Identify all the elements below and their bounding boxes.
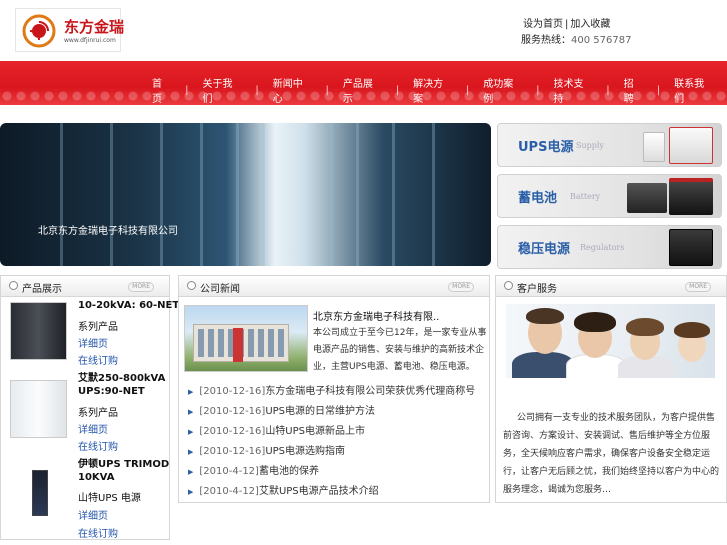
company-intro-text: 本公司成立于至今已12年，是一家专业从事电源产品的销售、安装与维护的高新技术企业… [313, 328, 487, 372]
product-image-trimod[interactable] [32, 470, 48, 516]
circle-bullet-icon [9, 281, 18, 290]
product-image-60net[interactable] [10, 302, 67, 360]
products-panel-title: 产品展示 [22, 284, 62, 295]
banner-caption: 北京东方金瑞电子科技有限公司 [38, 226, 178, 237]
nav-item-products[interactable]: 产品展示 [329, 75, 396, 105]
tile-regulator-subtitle: Regulators [580, 243, 625, 252]
hotline-label: 服务热线： [521, 35, 571, 46]
logo-url: www.dfjinrui.com [64, 37, 116, 44]
nav-item-support[interactable]: 技术支持 [539, 75, 606, 105]
product-3-detail-link[interactable]: 详细页 [78, 507, 108, 522]
main-nav: 首页 | 关于我们 | 新闻中心 | 产品展示 | 解决方案 | 成功案例 | 技术支持 | … [0, 61, 727, 105]
nav-item-jobs[interactable]: 招聘 [610, 75, 657, 105]
news-item[interactable]: ▶ [2010-12-16]山特UPS电源新品上市 [188, 422, 365, 437]
ups-cabinet-icon [643, 132, 665, 162]
service-panel-header: 客户服务 MORE [496, 276, 726, 297]
news-item[interactable]: ▶ [2010-4-12]艾默UPS电源产品技术介绍 [188, 482, 379, 497]
news-item[interactable]: ▶ [2010-12-16]UPS电源选购指南 [188, 442, 345, 457]
service-panel-title: 客户服务 [517, 284, 557, 295]
news-panel-title: 公司新闻 [200, 284, 240, 295]
hotline-number: 400 576787 [571, 35, 632, 46]
nav-item-cases[interactable]: 成功案例 [469, 75, 536, 105]
tile-ups[interactable]: UPS电源 Supply [497, 123, 722, 167]
news-item[interactable]: ▶ [2010-12-16]东方金瑞电子科技有限公司荣获优秀代理商称号 [188, 382, 475, 397]
regulator-icon [669, 229, 713, 266]
customer-service-image [506, 304, 715, 378]
product-3-name-line3: 山特UPS 电源 [78, 493, 141, 504]
news-item[interactable]: ▶ [2010-12-16]UPS电源的日常维护方法 [188, 402, 375, 417]
news-more-button[interactable]: MORE [448, 282, 474, 292]
service-more-button[interactable]: MORE [685, 282, 711, 292]
products-more-button[interactable]: MORE [128, 282, 154, 292]
product-1-order-link[interactable]: 在线订购 [78, 352, 118, 367]
nav-item-solutions[interactable]: 解决方案 [399, 75, 466, 105]
nav-item-about[interactable]: 关于我们 [189, 75, 256, 105]
company-building-image[interactable] [184, 305, 308, 372]
news-item[interactable]: ▶ [2010-4-12]蓄电池的保养 [188, 462, 319, 477]
product-image-90net[interactable] [10, 380, 67, 438]
service-description: 公司拥有一支专业的技术服务团队，为客户提供售前咨询、方案设计、安装调试、售后维护… [503, 413, 720, 495]
arrow-bullet-icon: ▶ [188, 448, 194, 456]
product-2-name-line2[interactable]: UPS:90-NET [78, 386, 145, 397]
arrow-bullet-icon: ▶ [188, 468, 194, 476]
circle-bullet-icon [187, 281, 196, 290]
nav-item-news[interactable]: 新闻中心 [259, 75, 326, 105]
news-panel-header: 公司新闻 MORE [179, 276, 489, 297]
circle-bullet-icon [504, 281, 513, 290]
product-1-detail-link[interactable]: 详细页 [78, 335, 108, 350]
product-2-name-line3: 系列产品 [78, 408, 118, 419]
battery-pack-icon [669, 178, 713, 215]
tile-ups-title: UPS电源 [518, 140, 574, 155]
arrow-bullet-icon: ▶ [188, 388, 194, 396]
ups-unit-icon [669, 127, 713, 164]
product-2-order-link[interactable]: 在线订购 [78, 438, 118, 453]
arrow-bullet-icon: ▶ [188, 408, 194, 416]
tile-battery[interactable]: 蓄电池 Battery [497, 174, 722, 218]
top-links: 设为首页 | 加入收藏 [523, 19, 611, 30]
nav-item-home[interactable]: 首页 [138, 75, 185, 105]
arrow-bullet-icon: ▶ [188, 428, 194, 436]
product-1-name-line2: 系列产品 [78, 322, 118, 333]
company-intro-title[interactable]: 北京东方金瑞电子科技有限.. [313, 308, 439, 323]
product-2-name-line1[interactable]: 艾默250-800kVA [78, 369, 165, 384]
logo-text: 东方金瑞 [64, 18, 125, 36]
product-2-detail-link[interactable]: 详细页 [78, 421, 108, 436]
hotline: 服务热线：400 576787 [521, 31, 631, 46]
nav-item-contact[interactable]: 联系我们 [660, 75, 727, 105]
arrow-bullet-icon: ▶ [188, 488, 194, 496]
tile-regulator[interactable]: 稳压电源 Regulators [497, 225, 722, 269]
logo-sun-icon [22, 14, 56, 48]
product-3-name-line1[interactable]: 伊顿UPS TRIMOD [78, 455, 169, 470]
tile-regulator-title: 稳压电源 [518, 242, 571, 257]
add-favorite-link[interactable]: 加入收藏 [570, 19, 610, 30]
battery-icon [627, 183, 667, 213]
tile-battery-subtitle: Battery [570, 192, 601, 201]
tile-battery-title: 蓄电池 [518, 191, 558, 206]
hero-banner: 北京东方金瑞电子科技有限公司 [0, 123, 491, 266]
set-homepage-link[interactable]: 设为首页 [523, 19, 563, 30]
product-3-name-line2[interactable]: 10KVA [78, 472, 114, 483]
products-panel-header: 产品展示 MORE [1, 276, 169, 297]
tile-ups-subtitle: Supply [576, 141, 604, 150]
logo[interactable]: 东方金瑞 www.dfjinrui.com [15, 8, 125, 52]
product-3-order-link[interactable]: 在线订购 [78, 525, 118, 540]
product-1-name-line1[interactable]: 10-20kVA: 60-NET [78, 300, 179, 311]
